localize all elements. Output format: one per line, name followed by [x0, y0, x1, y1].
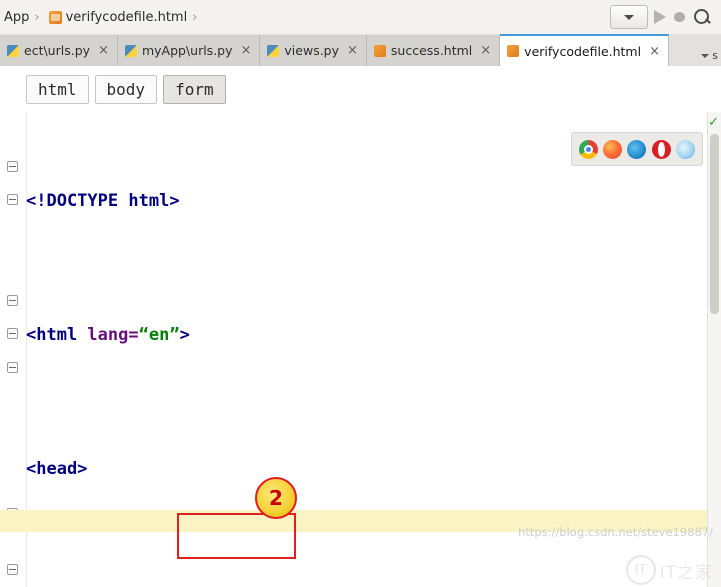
- structure-chip-form[interactable]: form: [163, 74, 226, 104]
- breadcrumb-app-label: App: [4, 9, 30, 25]
- code-token: lang=: [87, 325, 139, 345]
- tab-overflow-label: s: [712, 49, 718, 62]
- close-icon[interactable]: ×: [98, 44, 109, 57]
- editor-tab-bar: ect\urls.py × myApp\urls.py × views.py ×…: [0, 34, 721, 67]
- breadcrumb-item-file[interactable]: verifycodefile.html: [45, 9, 188, 25]
- tab-label: success.html: [390, 43, 473, 58]
- run-configuration-dropdown[interactable]: [610, 5, 648, 29]
- close-icon[interactable]: ×: [241, 44, 252, 57]
- tab-overflow-button[interactable]: s: [701, 49, 721, 66]
- tab-verifycodefile-html[interactable]: verifycodefile.html ×: [500, 34, 669, 66]
- code-token: <!DOCTYPE: [26, 191, 129, 211]
- source-code[interactable]: <!DOCTYPE html> <html lang=“en”> <head> …: [26, 118, 716, 587]
- debug-icon[interactable]: [672, 10, 687, 24]
- fold-marker[interactable]: [7, 328, 18, 339]
- annotation-marker: 2: [255, 477, 297, 519]
- watermark-logo-mark: IT: [625, 555, 656, 585]
- code-token: <head>: [26, 459, 88, 479]
- firefox-icon[interactable]: [603, 139, 623, 159]
- fold-marker[interactable]: [7, 194, 18, 205]
- code-editor[interactable]: <!DOCTYPE html> <html lang=“en”> <head> …: [0, 112, 721, 587]
- safari-icon[interactable]: [676, 139, 696, 159]
- code-token: <html: [26, 325, 88, 345]
- watermark-logo-text: IT之家: [659, 562, 713, 583]
- tab-views-py[interactable]: views.py ×: [260, 35, 367, 66]
- code-token: >: [179, 325, 190, 345]
- code-line: <head>: [26, 453, 716, 487]
- chrome-icon[interactable]: [578, 139, 598, 159]
- close-icon[interactable]: ×: [347, 44, 358, 57]
- browser-launch-panel[interactable]: [571, 132, 703, 166]
- tab-urls-py-project[interactable]: ect\urls.py ×: [0, 35, 118, 66]
- code-token: “en”: [138, 325, 180, 345]
- edge-icon[interactable]: [627, 139, 647, 159]
- python-file-icon: [267, 44, 280, 57]
- editor-scrollbar[interactable]: ✓: [707, 112, 721, 587]
- breadcrumb-separator: ›: [34, 9, 40, 25]
- breadcrumb-file-label: verifycodefile.html: [65, 9, 188, 25]
- code-line: <!DOCTYPE html>: [26, 185, 716, 219]
- tab-label: ect\urls.py: [24, 43, 91, 58]
- structure-chip-body[interactable]: body: [94, 74, 158, 104]
- html-file-icon: [373, 44, 386, 57]
- code-line: <html lang=“en”>: [26, 319, 716, 353]
- breadcrumb-separator-2: ›: [192, 9, 198, 25]
- inspection-ok-icon: ✓: [708, 115, 719, 130]
- watermark-url: https://blog.csdn.net/steve19887/: [518, 525, 713, 539]
- code-token: html: [128, 191, 170, 211]
- fold-marker[interactable]: [7, 295, 18, 306]
- code-token: >: [169, 191, 180, 211]
- search-icon[interactable]: [693, 8, 711, 26]
- toolbar-right-group: [610, 0, 721, 34]
- fold-marker[interactable]: [7, 564, 18, 575]
- tab-label: views.py: [284, 43, 340, 58]
- breadcrumb-item-app[interactable]: App: [0, 10, 29, 25]
- chevron-down-icon: [624, 14, 634, 20]
- structure-chip-html[interactable]: html: [26, 74, 89, 104]
- structure-breadcrumb: html body form: [0, 66, 721, 112]
- scrollbar-thumb[interactable]: [710, 134, 719, 314]
- tab-label: myApp\urls.py: [141, 43, 233, 58]
- close-icon[interactable]: ×: [480, 44, 491, 57]
- navigation-breadcrumb-bar: App › verifycodefile.html ›: [0, 0, 721, 35]
- close-icon[interactable]: ×: [649, 45, 660, 58]
- html-file-icon: [48, 10, 62, 24]
- python-file-icon: [7, 44, 19, 57]
- html-file-icon: [507, 45, 520, 57]
- pycharm-editor-window: App › verifycodefile.html › ect\urls.py …: [0, 0, 721, 587]
- fold-marker[interactable]: [7, 362, 18, 373]
- run-icon[interactable]: [654, 10, 666, 24]
- watermark-logo: IT IT之家: [625, 555, 713, 585]
- tab-label: verifycodefile.html: [524, 43, 642, 59]
- fold-marker[interactable]: [7, 161, 18, 172]
- chevron-down-icon: [701, 53, 710, 58]
- tab-myapp-urls-py[interactable]: myApp\urls.py ×: [117, 35, 261, 66]
- tab-success-html[interactable]: success.html ×: [366, 35, 501, 66]
- opera-icon[interactable]: [651, 139, 671, 159]
- python-file-icon: [124, 44, 137, 57]
